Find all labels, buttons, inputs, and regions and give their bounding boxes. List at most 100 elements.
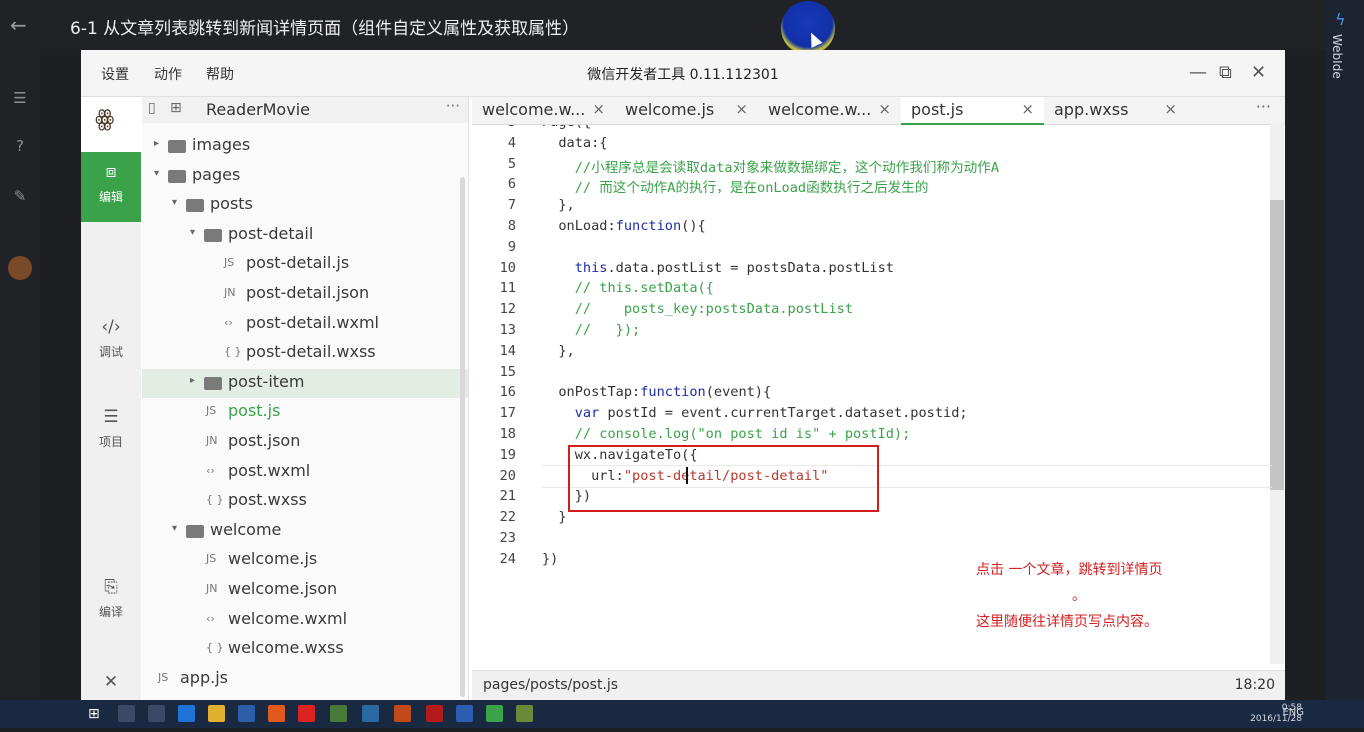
app-icon-blue[interactable] <box>362 705 379 722</box>
chevron-down-icon[interactable]: ▾ <box>190 227 195 238</box>
maximize-icon[interactable]: ⧉ <box>1219 62 1232 83</box>
editor-tab[interactable]: welcome.w... × <box>758 97 901 124</box>
file-icon: ‹› <box>206 463 215 477</box>
line-number: 17 <box>499 405 516 422</box>
tabs-more-icon[interactable]: ··· <box>1256 97 1271 116</box>
webide-side-panel[interactable]: ϟ WebIde <box>1326 0 1364 700</box>
task-view-icon[interactable] <box>148 705 165 722</box>
app-icon-red[interactable] <box>298 705 315 722</box>
editor-tab[interactable]: welcome.w... × <box>472 97 615 124</box>
tree-file[interactable]: JS post.js <box>142 398 468 427</box>
tree-file[interactable]: JS app.js <box>142 665 468 694</box>
tree-view-icon[interactable]: ⊞ <box>170 100 182 116</box>
file-icon: JS <box>206 404 217 418</box>
code-text: // this.setData({ <box>542 280 714 296</box>
tree-file[interactable]: { } post-detail.wxss <box>142 339 468 368</box>
video-title: 6-1 从文章列表跳转到新闻详情页面（组件自定义属性及获取属性） <box>70 19 580 39</box>
mouse-cursor-highlight <box>781 1 835 55</box>
code-icon: ⧈ <box>105 162 117 182</box>
tree-item-label: post-detail <box>228 223 314 243</box>
help-icon[interactable]: ? <box>10 136 30 156</box>
arrow-left-icon[interactable]: ← <box>10 13 27 37</box>
activity-compile[interactable]: ⎘ 编译 <box>81 567 141 637</box>
photoshop-icon[interactable] <box>238 705 255 722</box>
close-tab-icon[interactable]: × <box>1164 100 1177 118</box>
app-icon-olive[interactable] <box>516 705 533 722</box>
tree-file[interactable]: JN post-detail.json <box>142 280 468 309</box>
app-icon-record[interactable] <box>426 705 443 722</box>
code-text: // 而这个动作A的执行，是在onLoad函数执行之后发生的 <box>542 176 929 197</box>
editor-scrollbar[interactable] <box>1270 200 1284 490</box>
activity-label: 项目 <box>98 435 123 449</box>
code-token: postId = event.currentTarget.dataset.pos… <box>599 405 968 422</box>
activity-project[interactable]: ☰ 项目 <box>81 397 141 467</box>
tree-file[interactable]: { } welcome.wxss <box>142 635 468 664</box>
close-tab-icon[interactable]: × <box>735 100 748 118</box>
edge-icon[interactable] <box>178 705 195 722</box>
line-number: 14 <box>499 342 516 359</box>
code-line: 17 var postId = event.currentTarget.data… <box>472 405 1272 426</box>
phone-icon[interactable]: ▯ <box>148 100 156 116</box>
tree-folder[interactable]: ▸ post-item <box>142 368 468 398</box>
editor-tab[interactable]: welcome.js × <box>615 97 758 124</box>
tree-file[interactable]: ‹› post.wxml <box>142 458 468 487</box>
editor-tab[interactable]: app.wxss × <box>1044 97 1187 124</box>
line-number: 3 <box>472 125 516 130</box>
close-tab-icon[interactable]: × <box>878 100 891 118</box>
tray-clock[interactable]: 0:58 2016/11/28 <box>1250 703 1302 725</box>
activity-debug[interactable]: ‹/› 调试 <box>81 307 141 377</box>
search-icon[interactable] <box>118 705 135 722</box>
code-line: 5 //小程序总是会读取data对象来做数据绑定，这个动作我们称为动作A <box>472 156 1272 177</box>
word-icon[interactable] <box>456 705 473 722</box>
pen-icon[interactable]: ✎ <box>10 186 30 206</box>
code-token: (event){ <box>705 384 772 401</box>
editor-tab[interactable]: post.js × <box>901 97 1044 125</box>
chevron-down-icon[interactable]: ▾ <box>172 523 177 534</box>
more-icon[interactable]: ··· <box>446 97 460 115</box>
code-text: // }); <box>542 322 640 338</box>
tree-file[interactable]: JN post.json <box>142 428 468 457</box>
code-text: data:{ <box>542 135 607 151</box>
wechat-devtools-icon[interactable] <box>486 705 503 722</box>
chevron-down-icon[interactable]: ▾ <box>172 197 177 208</box>
activity-code[interactable]: ⧈ 编辑 <box>81 152 141 222</box>
folder-icon <box>204 376 222 390</box>
code-line: 11 // this.setData({ <box>472 280 1272 301</box>
app-icon-orange[interactable] <box>394 705 411 722</box>
code-line: 22 } <box>472 509 1272 530</box>
chevron-right-icon[interactable]: ▸ <box>154 138 159 149</box>
tree-scrollbar[interactable] <box>460 177 465 697</box>
tree-folder[interactable]: ▾ welcome <box>142 517 468 546</box>
close-window-icon[interactable]: ✕ <box>1251 62 1266 83</box>
menu-bar: 设置 动作 帮助 微信开发者工具 0.11.112301 — ⧉ ✕ <box>81 50 1285 97</box>
tree-file[interactable]: { } post.wxss <box>142 487 468 516</box>
tree-folder[interactable]: ▾ pages <box>142 162 468 191</box>
tree-file[interactable]: JS post-detail.js <box>142 250 468 279</box>
folder-icon <box>168 169 186 183</box>
chevron-down-icon[interactable]: ▾ <box>154 168 159 179</box>
chevron-right-icon[interactable]: ▸ <box>190 375 195 386</box>
tree-file[interactable]: JN welcome.json <box>142 576 468 605</box>
tree-folder[interactable]: ▾ post-detail <box>142 221 468 250</box>
close-tab-icon[interactable]: × <box>1021 100 1034 118</box>
windows-start-icon[interactable]: ⊞ <box>88 706 104 722</box>
tree-folder[interactable]: ▾ posts <box>142 191 468 220</box>
minimize-icon[interactable]: — <box>1189 62 1207 83</box>
code-token: // 而这个动作A的执行，是在onLoad函数执行之后发生的 <box>542 180 929 197</box>
line-number: 5 <box>507 155 516 172</box>
explorer-icon[interactable] <box>208 705 225 722</box>
close-tab-icon[interactable]: × <box>592 100 605 118</box>
firefox-icon[interactable] <box>268 705 285 722</box>
tree-folder[interactable]: ▸ images <box>142 132 468 161</box>
avatar[interactable] <box>8 256 32 280</box>
player-side-rail: ☰ ? ✎ <box>0 50 40 700</box>
line-number: 6 <box>507 176 516 193</box>
tree-file[interactable]: ‹› welcome.wxml <box>142 606 468 635</box>
tree-file[interactable]: ‹› post-detail.wxml <box>142 310 468 339</box>
list-icon[interactable]: ☰ <box>10 88 30 108</box>
tree-file[interactable]: JS welcome.js <box>142 546 468 575</box>
line-number: 15 <box>499 363 516 380</box>
file-icon: ‹› <box>206 611 215 625</box>
tab-label: post.js <box>911 100 964 119</box>
app-icon-green[interactable] <box>330 705 347 722</box>
